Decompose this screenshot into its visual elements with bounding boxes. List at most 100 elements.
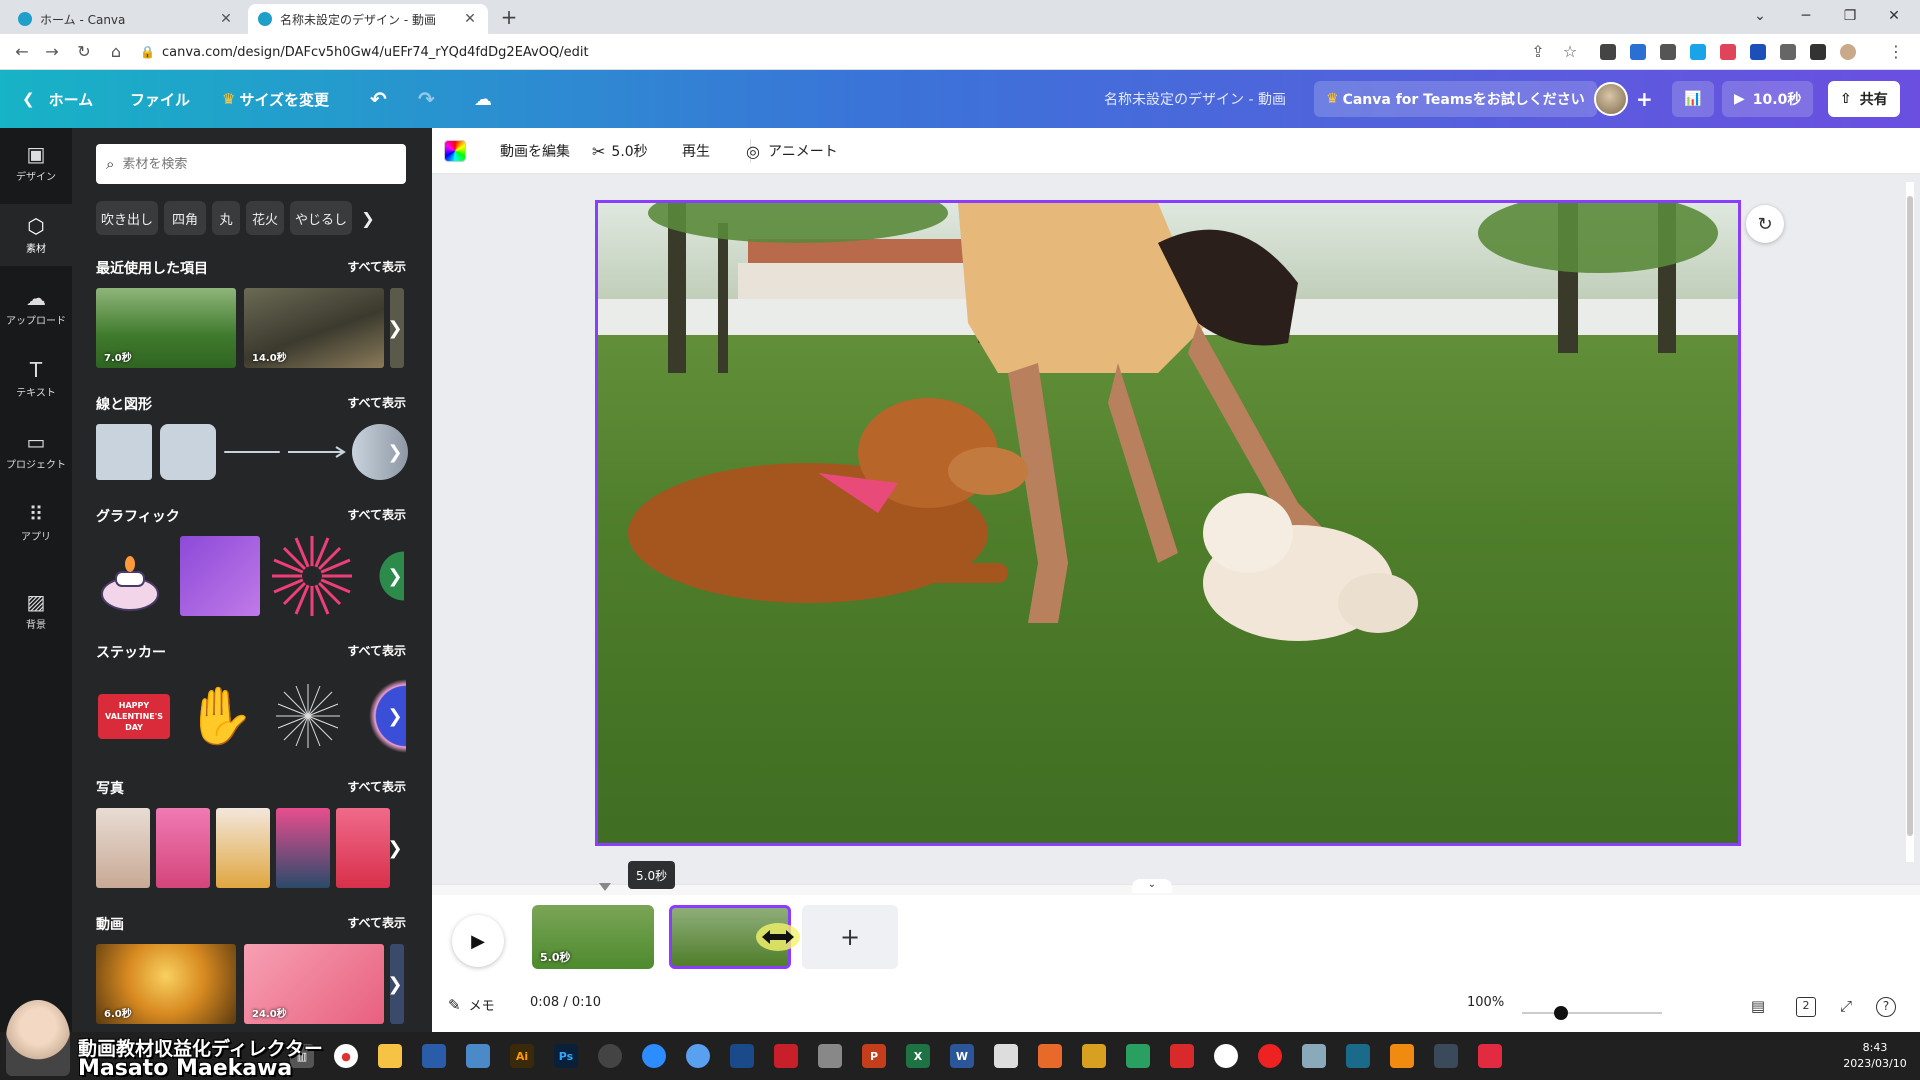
new-tab-button[interactable]: +: [496, 6, 522, 30]
bitwarden-extension-icon[interactable]: [1750, 44, 1766, 60]
sidepanel-icon[interactable]: [1810, 44, 1826, 60]
home-icon[interactable]: ⌂: [104, 40, 128, 64]
sticker-valentine[interactable]: HAPPY VALENTINE'S DAY: [96, 680, 172, 752]
app-icon[interactable]: [1214, 1044, 1238, 1068]
square-shape[interactable]: [96, 424, 152, 480]
chevron-right-icon[interactable]: ❯: [386, 686, 404, 746]
see-all-link[interactable]: すべて表示: [286, 642, 406, 659]
chrome-icon[interactable]: ●: [334, 1044, 358, 1068]
graphic-sunburst[interactable]: [272, 536, 352, 616]
browser-tab-home[interactable]: ホーム - Canva ✕: [8, 4, 244, 34]
add-clip-button[interactable]: +: [802, 905, 898, 969]
tab-search-icon[interactable]: ⌄: [1740, 4, 1780, 28]
menu-kebab-icon[interactable]: ⋮: [1884, 40, 1908, 64]
rail-item-design[interactable]: ▣ デザイン: [0, 132, 72, 194]
app-icon[interactable]: [1170, 1044, 1194, 1068]
zoom-slider-handle[interactable]: [1554, 1006, 1569, 1020]
system-clock[interactable]: 8:43 2023/03/10: [1840, 1040, 1910, 1072]
video-thumb[interactable]: 6.0秒: [96, 944, 236, 1024]
present-play-button[interactable]: ▶ 10.0秒: [1722, 81, 1814, 117]
chip-speech-bubble[interactable]: 吹き出し: [96, 201, 158, 235]
video-thumb[interactable]: 24.0秒: [244, 944, 384, 1024]
rail-item-projects[interactable]: ▭ プロジェクト: [0, 420, 72, 482]
photoshop-icon[interactable]: Ps: [554, 1044, 578, 1068]
rounded-square-shape[interactable]: [160, 424, 216, 480]
photo-thumb[interactable]: [336, 808, 390, 888]
rail-item-apps[interactable]: ⠿ アプリ: [0, 492, 72, 554]
chevron-right-icon[interactable]: ❯: [386, 546, 404, 606]
zoom-slider[interactable]: [1522, 1012, 1662, 1014]
screenshot-extension-icon[interactable]: [1630, 44, 1646, 60]
extension-icon[interactable]: [1660, 44, 1676, 60]
photo-thumb[interactable]: [216, 808, 270, 888]
insights-chart-icon[interactable]: 📊: [1672, 81, 1714, 117]
design-title[interactable]: 名称未設定のデザイン - 動画: [1104, 70, 1286, 128]
notes-button[interactable]: ✎ メモ: [448, 995, 495, 1015]
share-button[interactable]: ⇧ 共有: [1828, 81, 1900, 117]
puzzle-icon[interactable]: [1780, 44, 1796, 60]
see-all-link[interactable]: すべて表示: [286, 394, 406, 411]
cloud-saved-icon[interactable]: ☁: [474, 70, 492, 128]
app-icon[interactable]: [1126, 1044, 1150, 1068]
sticker-starburst[interactable]: [268, 676, 348, 756]
forward-icon[interactable]: →: [40, 40, 64, 64]
record-icon[interactable]: [1258, 1044, 1282, 1068]
photo-thumb[interactable]: [96, 808, 150, 888]
vertical-scrollbar[interactable]: [1906, 182, 1914, 862]
trim-button[interactable]: ✂ 5.0秒: [592, 128, 648, 174]
word-icon[interactable]: W: [950, 1044, 974, 1068]
powerpoint-icon[interactable]: P: [862, 1044, 886, 1068]
share-page-icon[interactable]: ⇪: [1526, 40, 1550, 64]
hand-wave-icon[interactable]: ✋: [184, 676, 256, 756]
graphic-candle[interactable]: [96, 536, 164, 614]
regenerate-comment-icon[interactable]: ↻: [1746, 205, 1784, 243]
photo-thumb[interactable]: [156, 808, 210, 888]
chip-square[interactable]: 四角: [164, 201, 206, 235]
see-all-link[interactable]: すべて表示: [286, 914, 406, 931]
see-all-link[interactable]: すべて表示: [286, 778, 406, 795]
pocket-extension-icon[interactable]: [1720, 44, 1736, 60]
chevron-right-icon[interactable]: ❯: [386, 818, 404, 878]
back-icon[interactable]: ←: [10, 40, 34, 64]
undo-icon[interactable]: ↶: [370, 70, 387, 128]
app-icon[interactable]: [1038, 1044, 1062, 1068]
chevron-right-icon[interactable]: ❯: [386, 422, 404, 482]
fullscreen-icon[interactable]: ⤢: [1836, 997, 1856, 1017]
line-shape[interactable]: [224, 451, 280, 453]
bookmark-star-icon[interactable]: ☆: [1558, 40, 1582, 64]
app-icon[interactable]: [818, 1044, 842, 1068]
collapse-timeline-icon[interactable]: ⌄: [1132, 879, 1172, 893]
app-icon[interactable]: [730, 1044, 754, 1068]
rail-item-text[interactable]: T テキスト: [0, 348, 72, 410]
grid-view-icon[interactable]: ▤: [1748, 997, 1768, 1017]
mail-extension-icon[interactable]: [1600, 44, 1616, 60]
url-field[interactable]: 🔒 canva.com/design/DAFcv5h0Gw4/uEFr74_rY…: [140, 39, 1530, 65]
rail-item-uploads[interactable]: ☁ アップロード: [0, 276, 72, 338]
chevron-right-icon[interactable]: ❯: [386, 298, 404, 358]
premiere-icon[interactable]: [422, 1044, 446, 1068]
resize-button[interactable]: ♛ サイズを変更: [222, 70, 329, 128]
profile-avatar-icon[interactable]: [1840, 44, 1856, 60]
app-icon[interactable]: [1434, 1044, 1458, 1068]
vimeo-extension-icon[interactable]: [1690, 44, 1706, 60]
graphic-illustration[interactable]: [180, 536, 260, 616]
chevron-right-icon[interactable]: ❯: [358, 201, 378, 235]
maximize-icon[interactable]: ❐: [1830, 4, 1870, 28]
animate-button[interactable]: ◎ アニメート: [746, 128, 838, 174]
redo-icon[interactable]: ↷: [418, 70, 435, 128]
close-icon[interactable]: ✕: [218, 11, 234, 27]
play-button[interactable]: ▶: [452, 915, 504, 967]
reload-icon[interactable]: ↻: [72, 40, 96, 64]
excel-icon[interactable]: X: [906, 1044, 930, 1068]
playback-button[interactable]: 再生: [682, 128, 710, 174]
vlc-icon[interactable]: [1390, 1044, 1414, 1068]
page-count-icon[interactable]: 2: [1796, 997, 1816, 1017]
chip-arrow[interactable]: やじるし: [290, 201, 352, 235]
see-all-link[interactable]: すべて表示: [286, 506, 406, 523]
zoom-icon[interactable]: [642, 1044, 666, 1068]
file-explorer-icon[interactable]: [378, 1044, 402, 1068]
window-close-icon[interactable]: ✕: [1874, 4, 1914, 28]
chevron-right-icon[interactable]: ❯: [386, 954, 404, 1014]
app-icon[interactable]: [1302, 1044, 1326, 1068]
obs-icon[interactable]: [598, 1044, 622, 1068]
